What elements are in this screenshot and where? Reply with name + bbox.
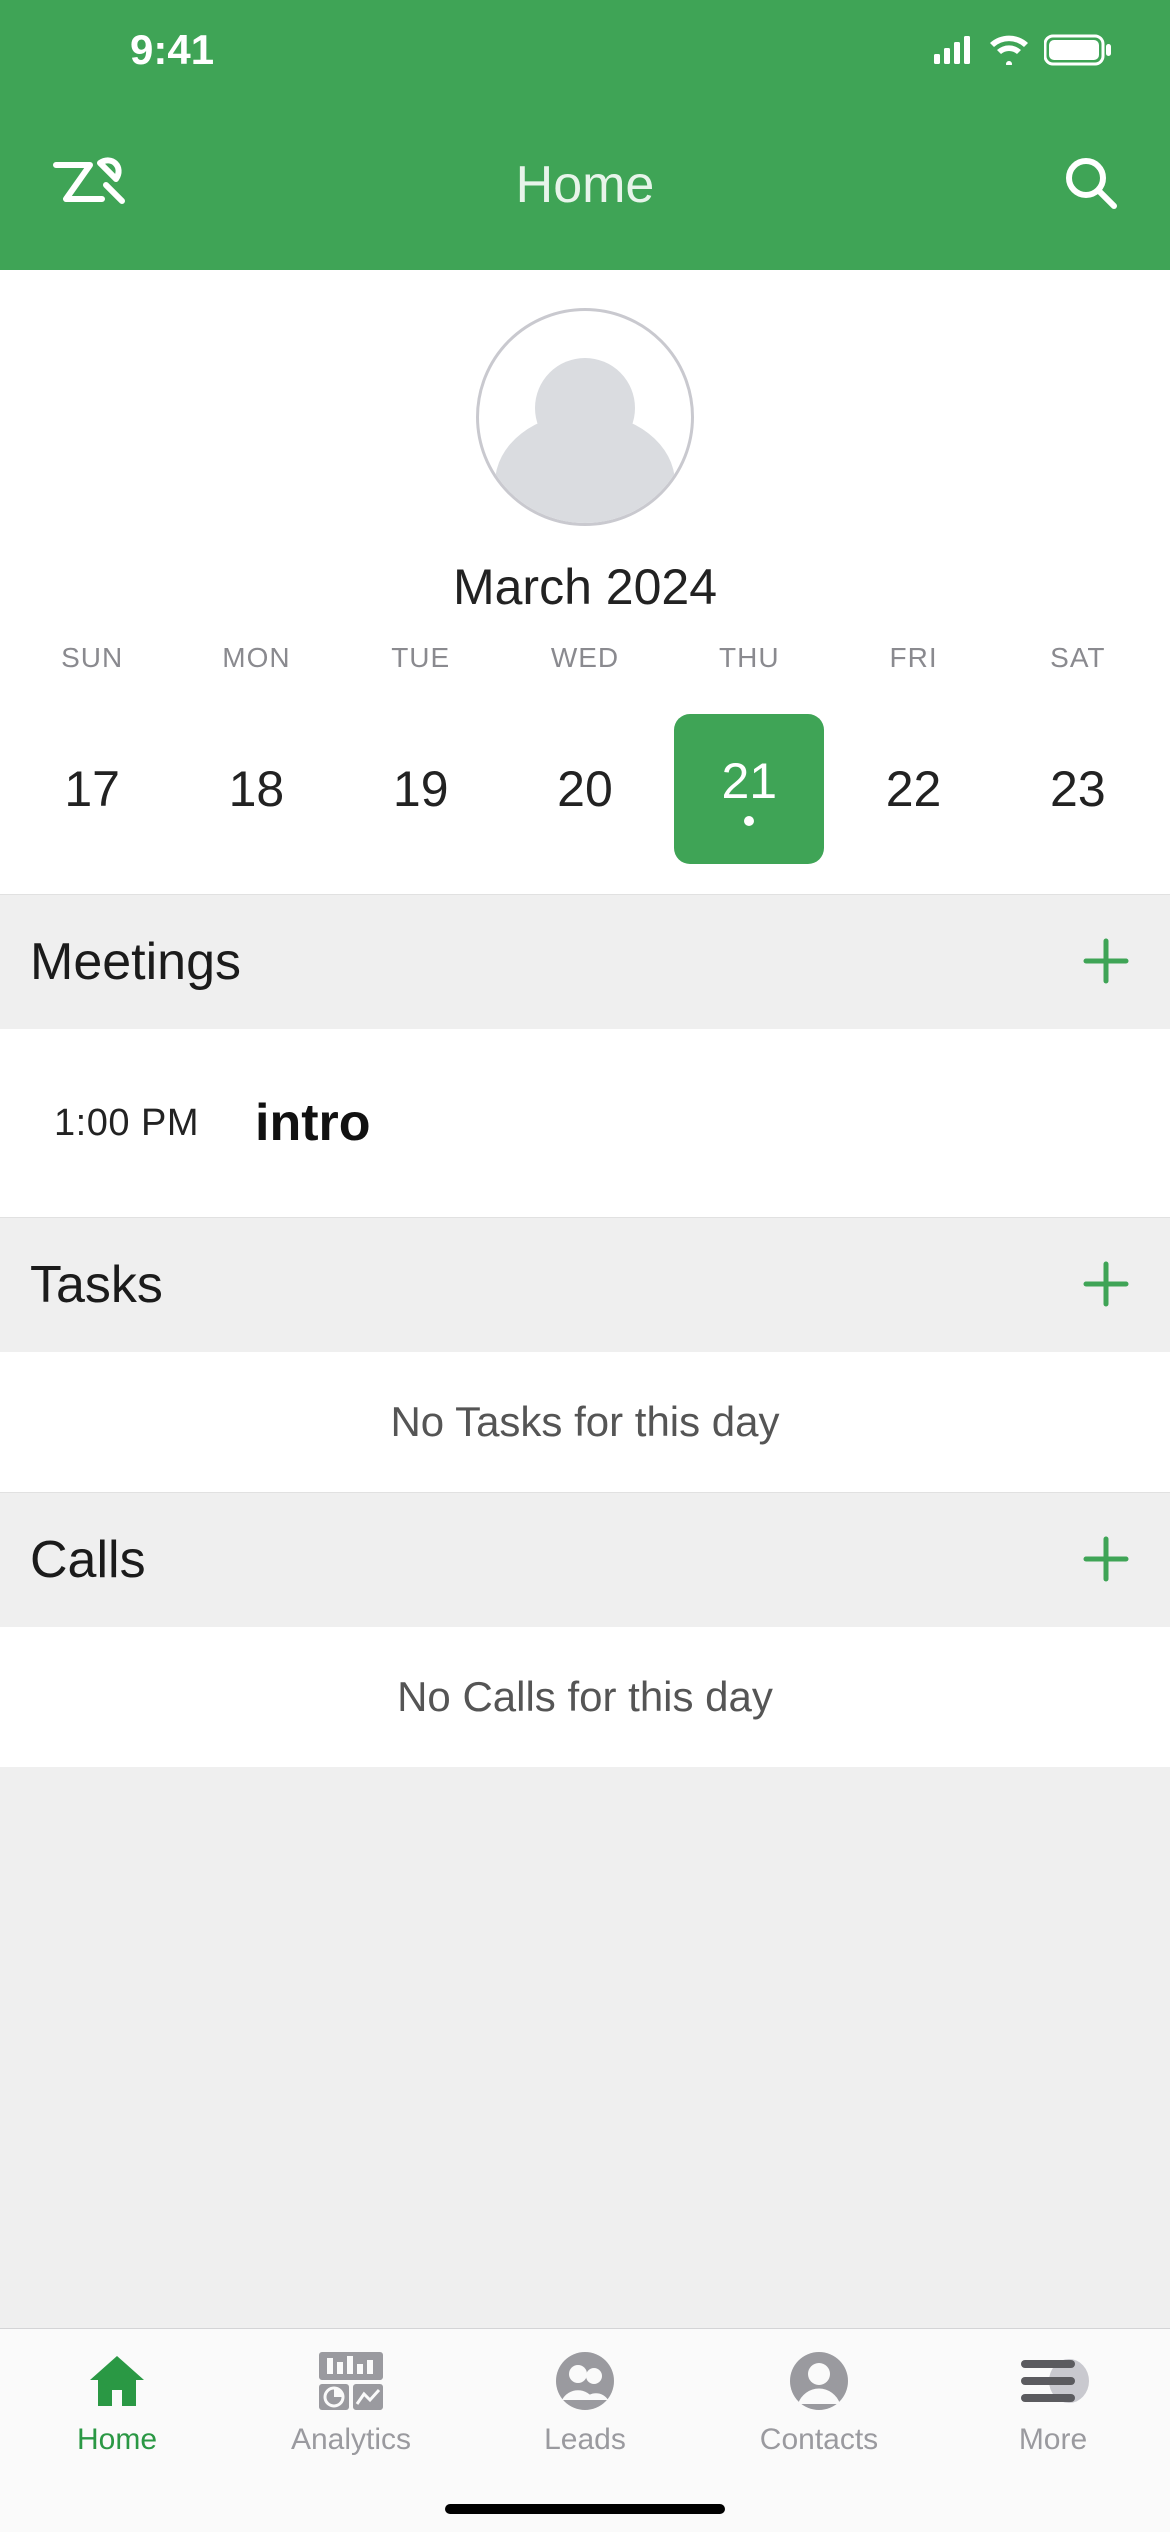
day-col-wed[interactable]: WED 20 [503, 642, 667, 864]
meetings-title: Meetings [30, 932, 241, 992]
page-title: Home [516, 155, 655, 215]
app-header: Home [0, 100, 1170, 270]
day-num: 20 [557, 760, 613, 818]
tab-label: Contacts [760, 2423, 878, 2457]
day-name: SAT [1050, 642, 1105, 674]
day-name: THU [719, 642, 780, 674]
day-num: 17 [64, 760, 120, 818]
day-num: 23 [1050, 760, 1106, 818]
day-event-dot [744, 816, 754, 826]
wifi-icon [988, 35, 1030, 65]
analytics-icon [311, 2349, 391, 2413]
meeting-time: 1:00 PM [54, 1102, 199, 1145]
month-label: March 2024 [0, 548, 1170, 642]
day-name: TUE [391, 642, 450, 674]
tasks-title: Tasks [30, 1255, 163, 1315]
tab-analytics[interactable]: Analytics [234, 2349, 468, 2532]
day-name: WED [551, 642, 619, 674]
day-num: 18 [229, 760, 285, 818]
day-name: FRI [890, 642, 938, 674]
tab-label: Leads [544, 2423, 626, 2457]
day-num: 19 [393, 760, 449, 818]
home-indicator[interactable] [445, 2504, 725, 2514]
search-icon[interactable] [1062, 154, 1120, 217]
tab-contacts[interactable]: Contacts [702, 2349, 936, 2532]
add-meeting-button[interactable] [1072, 929, 1140, 995]
avatar-wrap [0, 270, 1170, 548]
status-bar: 9:41 [0, 0, 1170, 100]
add-task-button[interactable] [1072, 1252, 1140, 1318]
day-col-tue[interactable]: TUE 19 [339, 642, 503, 864]
tasks-empty: No Tasks for this day [0, 1352, 1170, 1492]
plus-icon [1082, 937, 1130, 985]
tab-label: Home [77, 2423, 157, 2457]
calls-header: Calls [0, 1492, 1170, 1627]
day-col-thu[interactable]: THU 21 [667, 642, 831, 864]
zia-icon[interactable] [50, 153, 130, 218]
avatar[interactable] [476, 308, 694, 526]
cellular-icon [934, 36, 974, 64]
calls-empty: No Calls for this day [0, 1627, 1170, 1767]
tabbar: Home Analytics Leads Contacts M [0, 2328, 1170, 2532]
calls-title: Calls [30, 1530, 146, 1590]
day-col-fri[interactable]: FRI 22 [831, 642, 995, 864]
status-icons [934, 34, 1112, 66]
day-name: MON [222, 642, 290, 674]
plus-icon [1082, 1260, 1130, 1308]
contacts-icon [779, 2349, 859, 2413]
meetings-header: Meetings [0, 894, 1170, 1029]
day-num: 21 [721, 752, 777, 810]
tab-label: More [1019, 2423, 1087, 2457]
tab-label: Analytics [291, 2423, 411, 2457]
leads-icon [545, 2349, 625, 2413]
tasks-header: Tasks [0, 1217, 1170, 1352]
home-icon [77, 2349, 157, 2413]
status-time: 9:41 [130, 26, 214, 74]
day-num: 22 [886, 760, 942, 818]
day-col-sat[interactable]: SAT 23 [996, 642, 1160, 864]
more-icon [1013, 2349, 1093, 2413]
tab-home[interactable]: Home [0, 2349, 234, 2532]
meeting-title: intro [255, 1093, 371, 1153]
meetings-list: 1:00 PM intro [0, 1029, 1170, 1217]
day-col-mon[interactable]: MON 18 [174, 642, 338, 864]
day-name: SUN [61, 642, 123, 674]
plus-icon [1082, 1535, 1130, 1583]
meeting-item[interactable]: 1:00 PM intro [0, 1029, 1170, 1217]
battery-icon [1044, 34, 1112, 66]
week-row: SUN 17 MON 18 TUE 19 WED 20 THU 21 FRI 2… [0, 642, 1170, 894]
tab-more[interactable]: More [936, 2349, 1170, 2532]
add-call-button[interactable] [1072, 1527, 1140, 1593]
day-col-sun[interactable]: SUN 17 [10, 642, 174, 864]
